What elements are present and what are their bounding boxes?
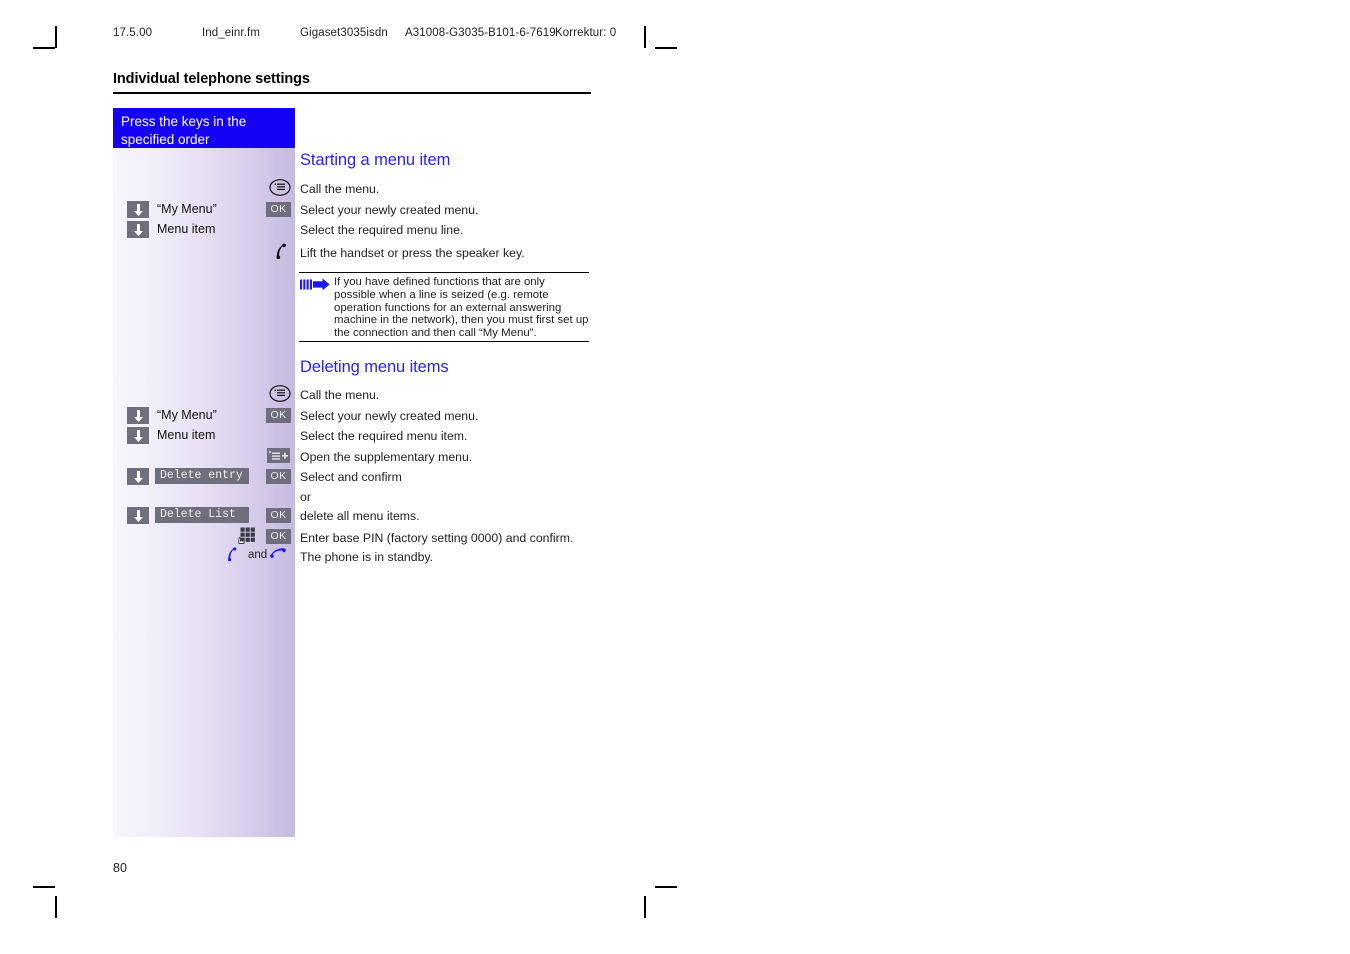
panel-header-line1: Press the keys in the (121, 114, 247, 129)
print-header-date: 17.5.00 (113, 27, 153, 39)
key-row-my-menu-2: “My Menu” (127, 407, 277, 424)
display-text-delete-list: Delete List (155, 507, 249, 523)
note-box-bottom-rule (299, 340, 589, 342)
handset-hangup-icon[interactable] (269, 547, 287, 566)
menu-key-icon[interactable] (269, 385, 291, 407)
ok-key-icon[interactable]: OK (266, 408, 291, 423)
step-text: Select your newly created menu. (300, 409, 479, 423)
step-text: delete all menu items. (300, 509, 420, 523)
supplementary-menu-icon[interactable] (267, 448, 290, 468)
crop-mark-top-left-h (33, 47, 55, 49)
step-text: Lift the handset or press the speaker ke… (300, 246, 525, 260)
menu-key-icon[interactable] (269, 179, 291, 201)
crop-mark-top-left-v (55, 26, 57, 48)
page-number: 80 (113, 861, 127, 875)
key-row-delete-entry: Delete entry (127, 468, 287, 485)
step-text: Call the menu. (300, 388, 380, 402)
ok-key-icon[interactable]: OK (266, 529, 291, 544)
print-header-file: Ind_einr.fm (202, 27, 260, 39)
step-text: The phone is in standby. (300, 550, 434, 564)
document-page: 17.5.00 Ind_einr.fm Gigaset3035isdn A310… (0, 0, 1350, 954)
step-text: Call the menu. (300, 182, 380, 196)
step-text: Select your newly created menu. (300, 203, 479, 217)
down-arrow-key-icon[interactable] (127, 201, 149, 218)
crop-mark-bottom-left-v (55, 896, 57, 918)
key-row-label: “My Menu” (157, 202, 217, 216)
key-row-delete-list: Delete List (127, 507, 287, 524)
ok-key-icon[interactable]: OK (266, 202, 291, 217)
down-arrow-key-icon[interactable] (127, 407, 149, 424)
handset-lift-icon[interactable] (272, 242, 290, 265)
title-divider (113, 92, 591, 94)
key-row-my-menu-1: “My Menu” (127, 201, 277, 218)
print-header-product: Gigaset3035isdn (300, 27, 388, 39)
step-text: or (300, 490, 311, 504)
display-text-delete-entry: Delete entry (155, 468, 249, 484)
key-sequence-panel-header: Press the keys in the specified order (113, 108, 295, 148)
step-text: Select and confirm (300, 470, 402, 484)
step-text: Open the supplementary menu. (300, 450, 473, 464)
crop-mark-bottom-right-v (644, 896, 646, 918)
print-header: 17.5.00 Ind_einr.fm Gigaset3035isdn A310… (113, 27, 617, 45)
note-box-top-rule (299, 272, 589, 274)
ok-key-icon[interactable]: OK (266, 508, 291, 523)
handset-lift-icon[interactable] (224, 546, 240, 567)
step-text: Select the required menu item. (300, 429, 468, 443)
down-arrow-key-icon[interactable] (127, 468, 149, 485)
key-row-label: Menu item (157, 428, 216, 442)
crop-mark-top-right-h (655, 47, 677, 49)
key-row-label: Menu item (157, 222, 216, 236)
down-arrow-key-icon[interactable] (127, 221, 149, 238)
key-row-menu-item-2: Menu item (127, 427, 277, 444)
key-row-label: “My Menu” (157, 408, 217, 422)
print-header-code: A31008-G3035-B101-6-7619 (405, 27, 556, 39)
section-heading-starting-a-menu-item: Starting a menu item (300, 151, 451, 169)
down-arrow-key-icon[interactable] (127, 427, 149, 444)
ok-key-icon[interactable]: OK (266, 469, 291, 484)
down-arrow-key-icon[interactable] (127, 507, 149, 524)
note-arrow-icon (300, 278, 330, 296)
key-row-menu-item-1: Menu item (127, 221, 277, 238)
section-heading-deleting-menu-items: Deleting menu items (300, 358, 449, 376)
crop-mark-top-right-v (644, 26, 646, 48)
note-box: If you have defined functions that are o… (299, 272, 589, 342)
print-header-korrektur: Korrektur: 0 (555, 27, 617, 39)
note-text: If you have defined functions that are o… (334, 276, 589, 340)
step-text: Enter base PIN (factory setting 0000) an… (300, 531, 574, 545)
and-label: and (248, 549, 268, 561)
crop-mark-bottom-right-h (655, 886, 677, 888)
panel-header-line2: specified order (121, 131, 210, 147)
step-text: Select the required menu line. (300, 223, 464, 237)
chapter-title: Individual telephone settings (113, 71, 310, 87)
crop-mark-bottom-left-h (33, 886, 55, 888)
